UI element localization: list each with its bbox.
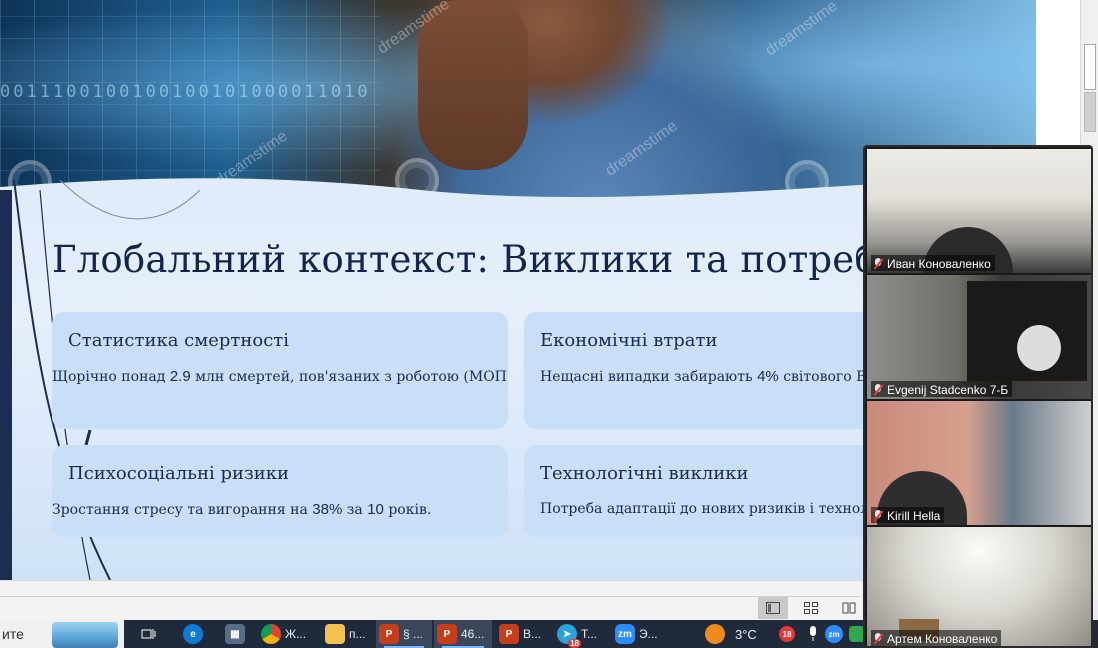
calculator-icon: ▦	[225, 624, 245, 644]
normal-view-button[interactable]	[758, 597, 788, 619]
scroll-thumb[interactable]	[1084, 44, 1096, 90]
participant-name-label: Evgenij Stadcenko 7-Б	[871, 381, 1013, 397]
binary-text-decoration: 0011100100100100101000011010	[0, 82, 371, 102]
participant-name-label: Артем Коноваленко	[871, 630, 1002, 646]
scroll-thumb-secondary[interactable]	[1084, 92, 1096, 132]
card-heading: Технологічні виклики	[540, 463, 749, 484]
taskbar-powerpoint-1[interactable]: P § ...	[376, 620, 432, 648]
tray-badge-icon: 18	[779, 626, 795, 642]
card-psychosocial-risks: Психосоціальні ризики Зростання стресу т…	[52, 445, 508, 537]
slide-sorter-button[interactable]	[796, 597, 826, 619]
background-object	[1017, 325, 1061, 371]
task-view-icon	[139, 624, 159, 644]
card-mortality: Статистика смертності Щорічно понад 2.9 …	[52, 312, 508, 429]
mic-muted-icon	[873, 383, 883, 396]
powerpoint-icon: P	[437, 624, 457, 644]
participant-name-label: Иван Коноваленко	[871, 255, 995, 271]
card-heading: Статистика смертності	[68, 330, 290, 351]
telegram-icon: ➤ 18	[557, 624, 581, 648]
taskbar-label: § ...	[403, 627, 424, 641]
taskbar-edge[interactable]: e	[180, 620, 206, 648]
slide-sorter-icon	[804, 602, 818, 614]
tray-zoom[interactable]: zm	[822, 620, 846, 648]
taskbar-label: п...	[349, 627, 366, 641]
reading-view-icon	[842, 602, 856, 614]
chrome-icon	[261, 624, 281, 644]
mic-muted-icon	[873, 632, 883, 645]
clasped-hands	[418, 0, 528, 170]
taskbar-telegram[interactable]: ➤ 18 Т...	[554, 620, 600, 648]
taskbar-label: В...	[523, 627, 542, 641]
powerpoint-icon: P	[499, 624, 519, 644]
reading-view-button[interactable]	[834, 597, 864, 619]
card-heading: Психосоціальні ризики	[68, 463, 290, 484]
taskbar-zoom[interactable]: zm Э...	[612, 620, 661, 648]
mic-muted-icon	[873, 257, 883, 270]
video-tile[interactable]: Иван Коноваленко	[867, 149, 1091, 273]
card-heading: Економічні втрати	[540, 330, 718, 351]
card-text: Нещасні випадки забирають 4% світового В…	[540, 368, 877, 385]
taskbar-explorer[interactable]: п...	[322, 620, 369, 648]
taskbar-label: Ж...	[285, 627, 307, 641]
video-tile[interactable]: Артем Коноваленко	[867, 527, 1091, 646]
zoom-video-panel[interactable]: Иван Коноваленко Evgenij Stadcenko 7-Б K…	[863, 145, 1093, 648]
search-highlight-image	[52, 622, 118, 648]
zoom-tray-icon: zm	[825, 625, 843, 643]
mic-muted-icon	[873, 509, 883, 522]
taskbar-chrome[interactable]: Ж...	[258, 620, 309, 648]
folder-icon	[325, 624, 345, 644]
taskbar-powerpoint-2[interactable]: P 46...	[434, 620, 492, 648]
participant-name-label: Kirill Hella	[871, 507, 945, 523]
weather-sun-icon	[705, 624, 725, 644]
horizontal-scroll-track[interactable]	[0, 596, 860, 597]
tray-telegram[interactable]: 18	[776, 620, 798, 648]
notification-badge: 18	[568, 639, 581, 648]
taskbar-label: 46...	[461, 627, 485, 641]
taskbar-powerpoint-3[interactable]: P В...	[496, 620, 544, 648]
video-tile[interactable]: Kirill Hella	[867, 401, 1091, 525]
slide-title: Глобальний контекст: Виклики та потреби	[52, 238, 902, 281]
search-text: ите	[2, 626, 24, 642]
video-tile[interactable]: Evgenij Stadcenko 7-Б	[867, 275, 1091, 399]
taskbar-task-view[interactable]	[136, 620, 162, 648]
zoom-icon: zm	[615, 624, 635, 644]
edge-icon: e	[183, 624, 203, 644]
card-text: Потреба адаптації до нових ризиків і тех…	[540, 501, 878, 517]
taskbar-calculator[interactable]: ▦	[222, 620, 248, 648]
card-text: Щорічно понад 2.9 млн смертей, пов'язани…	[52, 368, 508, 385]
taskbar-label: Э...	[639, 627, 658, 641]
weather-temperature: 3°C	[735, 626, 757, 642]
taskbar-weather[interactable]: 3°C	[702, 620, 760, 648]
powerpoint-icon: P	[379, 624, 399, 644]
normal-view-icon	[766, 602, 780, 614]
taskbar-label: Т...	[581, 627, 598, 641]
card-text: Зростання стресу та вигорання на 38% за …	[52, 501, 432, 518]
microphone-icon	[803, 624, 823, 644]
